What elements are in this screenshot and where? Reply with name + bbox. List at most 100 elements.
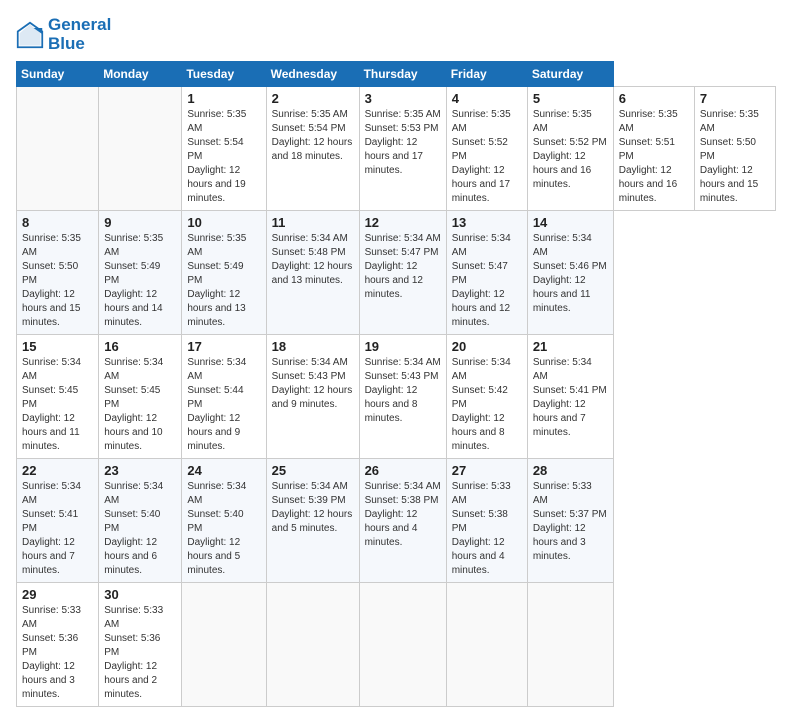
- calendar-cell: 3 Sunrise: 5:35 AMSunset: 5:53 PMDayligh…: [359, 87, 446, 211]
- calendar-cell: 13 Sunrise: 5:34 AMSunset: 5:47 PMDaylig…: [446, 211, 527, 335]
- calendar-cell: 16 Sunrise: 5:34 AMSunset: 5:45 PMDaylig…: [99, 335, 182, 459]
- calendar-cell: 10 Sunrise: 5:35 AMSunset: 5:49 PMDaylig…: [182, 211, 266, 335]
- calendar-cell: 17 Sunrise: 5:34 AMSunset: 5:44 PMDaylig…: [182, 335, 266, 459]
- day-info: Sunrise: 5:34 AMSunset: 5:46 PMDaylight:…: [533, 232, 608, 316]
- day-number: 1: [187, 91, 260, 106]
- calendar-cell: 28 Sunrise: 5:33 AMSunset: 5:37 PMDaylig…: [527, 459, 613, 583]
- day-number: 30: [104, 587, 176, 602]
- day-info: Sunrise: 5:34 AMSunset: 5:43 PMDaylight:…: [272, 356, 354, 412]
- day-number: 8: [22, 215, 93, 230]
- day-number: 3: [365, 91, 441, 106]
- day-number: 25: [272, 463, 354, 478]
- calendar-cell: 30 Sunrise: 5:33 AMSunset: 5:36 PMDaylig…: [99, 583, 182, 707]
- day-info: Sunrise: 5:35 AMSunset: 5:54 PMDaylight:…: [272, 108, 354, 164]
- calendar-cell: 21 Sunrise: 5:34 AMSunset: 5:41 PMDaylig…: [527, 335, 613, 459]
- calendar-cell: [527, 583, 613, 707]
- logo: General Blue: [16, 16, 111, 53]
- calendar-cell: [182, 583, 266, 707]
- day-info: Sunrise: 5:35 AMSunset: 5:53 PMDaylight:…: [365, 108, 441, 178]
- calendar-cell: [99, 87, 182, 211]
- day-info: Sunrise: 5:34 AMSunset: 5:43 PMDaylight:…: [365, 356, 441, 426]
- calendar-cell: 27 Sunrise: 5:33 AMSunset: 5:38 PMDaylig…: [446, 459, 527, 583]
- calendar-header-sunday: Sunday: [17, 62, 99, 87]
- calendar-cell: 23 Sunrise: 5:34 AMSunset: 5:40 PMDaylig…: [99, 459, 182, 583]
- calendar-cell: 2 Sunrise: 5:35 AMSunset: 5:54 PMDayligh…: [266, 87, 359, 211]
- day-info: Sunrise: 5:34 AMSunset: 5:42 PMDaylight:…: [452, 356, 522, 454]
- day-info: Sunrise: 5:34 AMSunset: 5:39 PMDaylight:…: [272, 480, 354, 536]
- calendar-cell: 12 Sunrise: 5:34 AMSunset: 5:47 PMDaylig…: [359, 211, 446, 335]
- calendar-cell: 18 Sunrise: 5:34 AMSunset: 5:43 PMDaylig…: [266, 335, 359, 459]
- day-number: 5: [533, 91, 608, 106]
- day-info: Sunrise: 5:35 AMSunset: 5:49 PMDaylight:…: [104, 232, 176, 330]
- day-number: 18: [272, 339, 354, 354]
- day-number: 4: [452, 91, 522, 106]
- day-info: Sunrise: 5:34 AMSunset: 5:38 PMDaylight:…: [365, 480, 441, 550]
- calendar-cell: 7 Sunrise: 5:35 AMSunset: 5:50 PMDayligh…: [694, 87, 775, 211]
- calendar-header-thursday: Thursday: [359, 62, 446, 87]
- day-info: Sunrise: 5:35 AMSunset: 5:52 PMDaylight:…: [452, 108, 522, 206]
- calendar-cell: 8 Sunrise: 5:35 AMSunset: 5:50 PMDayligh…: [17, 211, 99, 335]
- day-number: 10: [187, 215, 260, 230]
- day-number: 16: [104, 339, 176, 354]
- day-number: 28: [533, 463, 608, 478]
- calendar-cell: 4 Sunrise: 5:35 AMSunset: 5:52 PMDayligh…: [446, 87, 527, 211]
- calendar-header-tuesday: Tuesday: [182, 62, 266, 87]
- day-number: 27: [452, 463, 522, 478]
- day-info: Sunrise: 5:35 AMSunset: 5:50 PMDaylight:…: [700, 108, 770, 206]
- day-info: Sunrise: 5:35 AMSunset: 5:51 PMDaylight:…: [619, 108, 689, 206]
- day-info: Sunrise: 5:33 AMSunset: 5:36 PMDaylight:…: [22, 604, 93, 702]
- calendar-cell: 22 Sunrise: 5:34 AMSunset: 5:41 PMDaylig…: [17, 459, 99, 583]
- calendar-table: SundayMondayTuesdayWednesdayThursdayFrid…: [16, 61, 776, 707]
- day-info: Sunrise: 5:35 AMSunset: 5:54 PMDaylight:…: [187, 108, 260, 206]
- day-info: Sunrise: 5:34 AMSunset: 5:41 PMDaylight:…: [22, 480, 93, 578]
- day-info: Sunrise: 5:33 AMSunset: 5:36 PMDaylight:…: [104, 604, 176, 702]
- day-number: 12: [365, 215, 441, 230]
- day-number: 24: [187, 463, 260, 478]
- day-info: Sunrise: 5:34 AMSunset: 5:47 PMDaylight:…: [452, 232, 522, 330]
- day-info: Sunrise: 5:33 AMSunset: 5:37 PMDaylight:…: [533, 480, 608, 564]
- calendar-cell: [266, 583, 359, 707]
- day-info: Sunrise: 5:33 AMSunset: 5:38 PMDaylight:…: [452, 480, 522, 578]
- day-info: Sunrise: 5:34 AMSunset: 5:40 PMDaylight:…: [187, 480, 260, 578]
- day-number: 21: [533, 339, 608, 354]
- calendar-cell: [359, 583, 446, 707]
- day-info: Sunrise: 5:34 AMSunset: 5:44 PMDaylight:…: [187, 356, 260, 454]
- calendar-cell: 14 Sunrise: 5:34 AMSunset: 5:46 PMDaylig…: [527, 211, 613, 335]
- calendar-cell: 25 Sunrise: 5:34 AMSunset: 5:39 PMDaylig…: [266, 459, 359, 583]
- day-number: 20: [452, 339, 522, 354]
- calendar-cell: 6 Sunrise: 5:35 AMSunset: 5:51 PMDayligh…: [613, 87, 694, 211]
- day-number: 17: [187, 339, 260, 354]
- day-info: Sunrise: 5:34 AMSunset: 5:40 PMDaylight:…: [104, 480, 176, 578]
- logo-text: General Blue: [48, 16, 111, 53]
- day-number: 15: [22, 339, 93, 354]
- calendar-cell: [17, 87, 99, 211]
- day-info: Sunrise: 5:35 AMSunset: 5:50 PMDaylight:…: [22, 232, 93, 330]
- day-info: Sunrise: 5:34 AMSunset: 5:45 PMDaylight:…: [22, 356, 93, 454]
- calendar-cell: 24 Sunrise: 5:34 AMSunset: 5:40 PMDaylig…: [182, 459, 266, 583]
- calendar-header-saturday: Saturday: [527, 62, 613, 87]
- calendar-cell: 5 Sunrise: 5:35 AMSunset: 5:52 PMDayligh…: [527, 87, 613, 211]
- calendar-cell: 29 Sunrise: 5:33 AMSunset: 5:36 PMDaylig…: [17, 583, 99, 707]
- day-number: 29: [22, 587, 93, 602]
- day-info: Sunrise: 5:34 AMSunset: 5:48 PMDaylight:…: [272, 232, 354, 288]
- calendar-cell: 19 Sunrise: 5:34 AMSunset: 5:43 PMDaylig…: [359, 335, 446, 459]
- calendar-header-friday: Friday: [446, 62, 527, 87]
- day-number: 11: [272, 215, 354, 230]
- calendar-header-monday: Monday: [99, 62, 182, 87]
- day-number: 19: [365, 339, 441, 354]
- day-info: Sunrise: 5:34 AMSunset: 5:45 PMDaylight:…: [104, 356, 176, 454]
- day-number: 14: [533, 215, 608, 230]
- page-header: General Blue: [16, 16, 776, 53]
- day-info: Sunrise: 5:34 AMSunset: 5:41 PMDaylight:…: [533, 356, 608, 440]
- day-info: Sunrise: 5:35 AMSunset: 5:52 PMDaylight:…: [533, 108, 608, 192]
- day-number: 7: [700, 91, 770, 106]
- calendar-cell: 20 Sunrise: 5:34 AMSunset: 5:42 PMDaylig…: [446, 335, 527, 459]
- day-info: Sunrise: 5:34 AMSunset: 5:47 PMDaylight:…: [365, 232, 441, 302]
- logo-icon: [16, 21, 44, 49]
- day-number: 23: [104, 463, 176, 478]
- calendar-cell: 11 Sunrise: 5:34 AMSunset: 5:48 PMDaylig…: [266, 211, 359, 335]
- calendar-header-wednesday: Wednesday: [266, 62, 359, 87]
- calendar-cell: 1 Sunrise: 5:35 AMSunset: 5:54 PMDayligh…: [182, 87, 266, 211]
- day-info: Sunrise: 5:35 AMSunset: 5:49 PMDaylight:…: [187, 232, 260, 330]
- day-number: 22: [22, 463, 93, 478]
